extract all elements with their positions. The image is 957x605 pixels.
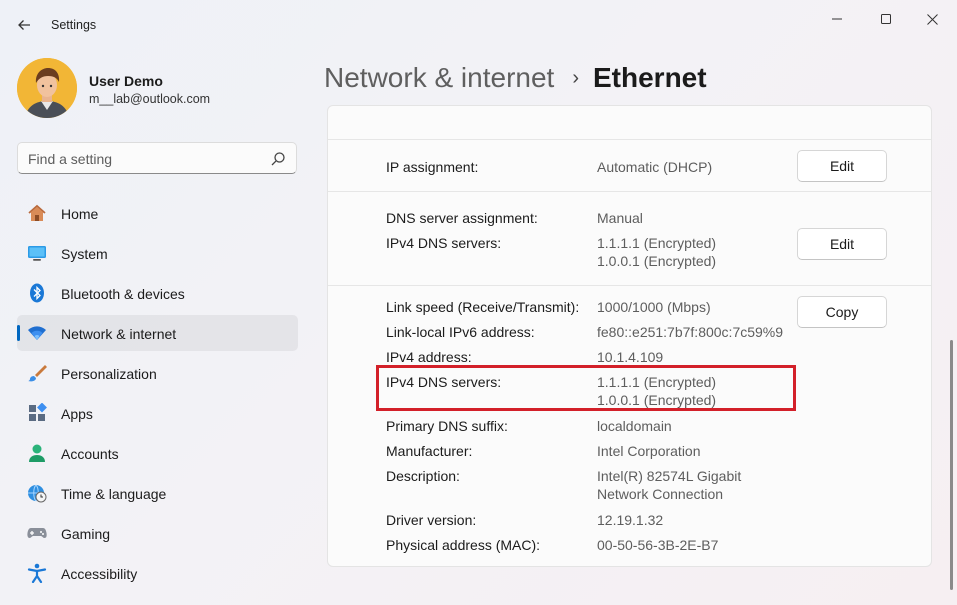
arrow-left-icon (18, 20, 30, 30)
chevron-right-icon: › (572, 66, 579, 89)
sidebar-item-label: Home (61, 206, 99, 222)
ipv6-value: fe80::e251:7b7f:800c:7c59%9 (597, 324, 784, 340)
sidebar-item-network[interactable]: Network & internet (17, 315, 298, 351)
avatar[interactable] (17, 58, 77, 118)
description-value-1: Intel(R) 82574L Gigabit (597, 468, 742, 484)
bluetooth-icon (30, 283, 44, 303)
edit-dns-button[interactable]: Edit (797, 228, 887, 260)
breadcrumb: Network & internet › Ethernet (324, 58, 707, 98)
person-icon (29, 444, 45, 462)
mac-address-label: Physical address (MAC): (386, 537, 541, 553)
sidebar-item-home[interactable]: Home (17, 195, 298, 231)
dns-assignment-value: Manual (597, 210, 643, 226)
scrollbar-thumb[interactable] (950, 340, 953, 590)
sidebar-item-system[interactable]: System (17, 235, 298, 271)
ip-assignment-value: Automatic (DHCP) (597, 159, 713, 175)
sidebar-item-label: Gaming (61, 526, 111, 542)
sidebar-item-bluetooth[interactable]: Bluetooth & devices (17, 275, 298, 311)
ipv4-address-label: IPv4 address: (386, 349, 472, 365)
link-speed-value: 1000/1000 (Mbps) (597, 299, 711, 315)
ipv4-dns-value-2: 1.0.0.1 (Encrypted) (597, 253, 717, 269)
sidebar-item-label: Bluetooth & devices (61, 286, 185, 302)
search-input[interactable] (28, 149, 258, 169)
minimize-icon (832, 18, 842, 20)
ethernet-properties-card: IP assignment: Automatic (DHCP) Edit DNS… (327, 105, 932, 567)
sidebar-item-gaming[interactable]: Gaming (17, 515, 298, 551)
user-name: User Demo (89, 73, 163, 89)
copy-button[interactable]: Copy (797, 296, 887, 328)
breadcrumb-parent[interactable]: Network & internet (324, 62, 554, 94)
sidebar-item-label: Accessibility (61, 566, 138, 582)
dns-assignment-label: DNS server assignment: (386, 210, 538, 226)
ip-assignment-label: IP assignment: (386, 159, 479, 175)
minimize-button[interactable] (814, 4, 860, 34)
ipv4-dns-label: IPv4 DNS servers: (386, 235, 502, 251)
avatar-person-icon (17, 58, 77, 118)
ip-assignment-section: IP assignment: Automatic (DHCP) Edit (328, 141, 931, 192)
link-speed-label: Link speed (Receive/Transmit): (386, 299, 580, 315)
page-title: Ethernet (593, 62, 707, 93)
sidebar-item-label: Personalization (61, 366, 157, 382)
maximize-button[interactable] (863, 4, 909, 34)
dns-suffix-value: localdomain (597, 418, 672, 434)
home-icon (28, 204, 46, 221)
sidebar-item-time-language[interactable]: Time & language (17, 475, 298, 511)
search-box[interactable] (17, 142, 297, 174)
driver-version-value: 12.19.1.32 (597, 512, 664, 528)
sidebar-nav: Home System Bluetooth & devices Network … (17, 195, 298, 595)
apps-icon (29, 403, 47, 421)
ipv4-dns-value-1: 1.1.1.1 (Encrypted) (597, 235, 717, 251)
wifi-icon (28, 326, 46, 340)
maximize-icon (881, 14, 891, 24)
properties-section: Copy Link speed (Receive/Transmit): 1000… (328, 287, 931, 566)
sidebar-item-accounts[interactable]: Accounts (17, 435, 298, 471)
scrolled-section-edge (328, 106, 931, 140)
ipv6-label: Link-local IPv6 address: (386, 324, 535, 340)
sidebar-item-accessibility[interactable]: Accessibility (17, 555, 298, 591)
close-button[interactable] (909, 4, 955, 34)
gamepad-icon (27, 528, 47, 538)
ipv4-address-value: 10.1.4.109 (597, 349, 664, 365)
brush-icon (28, 365, 47, 382)
title-bar: Settings (0, 0, 957, 48)
sidebar-item-personalization[interactable]: Personalization (17, 355, 298, 391)
driver-version-label: Driver version: (386, 512, 477, 528)
description-label: Description: (386, 468, 460, 484)
sidebar-item-label: Time & language (61, 486, 167, 502)
dns-suffix-label: Primary DNS suffix: (386, 418, 508, 434)
sidebar-item-label: Network & internet (61, 326, 177, 342)
sidebar-item-label: Apps (61, 406, 93, 422)
system-icon (28, 246, 46, 261)
manufacturer-label: Manufacturer: (386, 443, 473, 459)
app-title: Settings (51, 18, 97, 32)
sidebar-item-label: System (61, 246, 108, 262)
sidebar-item-apps[interactable]: Apps (17, 395, 298, 431)
accessibility-icon (27, 563, 47, 583)
mac-address-value: 00-50-56-3B-2E-B7 (597, 537, 719, 553)
description-value-2: Network Connection (597, 486, 724, 502)
close-icon (926, 13, 938, 25)
edit-ip-button[interactable]: Edit (797, 150, 887, 182)
dns-highlight-box (376, 365, 796, 411)
dns-assignment-section: DNS server assignment: Manual IPv4 DNS s… (328, 193, 931, 286)
user-email: m__lab@outlook.com (89, 92, 211, 106)
search-icon[interactable] (270, 151, 286, 167)
sidebar-item-label: Accounts (61, 446, 119, 462)
back-button[interactable] (8, 10, 40, 40)
globe-clock-icon (28, 484, 47, 503)
manufacturer-value: Intel Corporation (597, 443, 701, 459)
